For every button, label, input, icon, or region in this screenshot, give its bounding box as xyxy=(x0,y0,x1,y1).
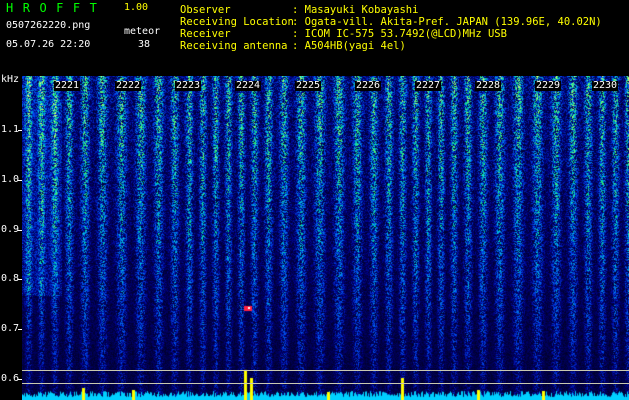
meteor-label: meteor xyxy=(124,26,161,37)
time-label-2230: 2230 xyxy=(592,80,619,91)
y-tick xyxy=(18,329,22,330)
y-tick xyxy=(18,130,22,131)
file-name: 0507262220.png xyxy=(6,20,91,31)
y-label-0-7: 0.7 xyxy=(1,323,20,334)
time-label-2226: 2226 xyxy=(355,80,382,91)
reference-line-upper xyxy=(22,370,629,371)
time-label-2228: 2228 xyxy=(475,80,502,91)
time-label-2225: 2225 xyxy=(295,80,322,91)
receiver-value: : ICOM IC-575 53.7492(@LCD)MHz USB xyxy=(292,28,507,40)
time-label-2223: 2223 xyxy=(175,80,202,91)
axis-unit-label: kHz xyxy=(1,74,20,85)
app-version: 1.00 xyxy=(124,2,149,13)
y-tick xyxy=(18,230,22,231)
y-label-1-0: 1.0 xyxy=(1,174,20,185)
receiver-label: Receiver xyxy=(180,28,231,40)
y-tick xyxy=(18,379,22,380)
antenna-value: : A504HB(yagi 4el) xyxy=(292,40,406,52)
y-tick xyxy=(18,279,22,280)
time-label-2222: 2222 xyxy=(115,80,142,91)
y-label-0-6: 0.6 xyxy=(1,373,20,384)
location-value: : Ogata-vill. Akita-Pref. JAPAN (139.96E… xyxy=(292,16,602,28)
observer-label: Observer xyxy=(180,4,231,16)
y-label-1-1: 1.1 xyxy=(1,124,20,135)
location-label: Receiving Location xyxy=(180,16,294,28)
spectrogram-canvas xyxy=(22,76,629,400)
app-brand: HROFFT xyxy=(6,1,107,15)
time-label-2227: 2227 xyxy=(415,80,442,91)
time-label-2224: 2224 xyxy=(235,80,262,91)
meteor-count: 38 xyxy=(138,39,151,50)
antenna-label: Receiving antenna xyxy=(180,40,288,52)
y-tick xyxy=(18,180,22,181)
time-label-2229: 2229 xyxy=(535,80,562,91)
reference-line-lower xyxy=(22,383,629,384)
y-label-0-9: 0.9 xyxy=(1,224,20,235)
y-label-0-8: 0.8 xyxy=(1,273,20,284)
time-label-2221: 2221 xyxy=(54,80,81,91)
header-panel: HROFFT 1.00 0507262220.png meteor 05.07.… xyxy=(0,0,629,76)
observer-value: : Masayuki Kobayashi xyxy=(292,4,419,16)
capture-datetime: 05.07.26 22:20 xyxy=(6,39,91,50)
